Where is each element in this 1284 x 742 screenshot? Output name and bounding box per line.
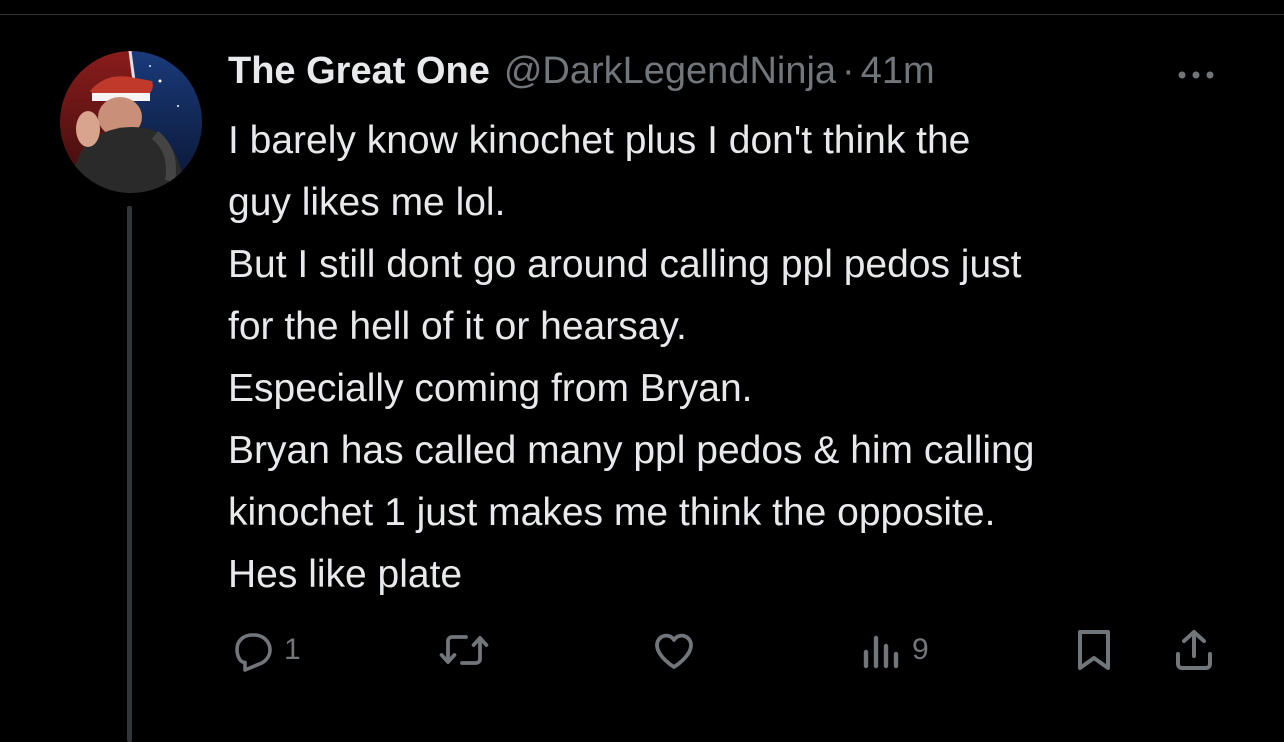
- share-icon: [1176, 630, 1212, 670]
- tweet-line: Hes like plate: [228, 553, 463, 596]
- views-icon: [863, 635, 899, 669]
- reply-count: 1: [284, 633, 301, 666]
- more-options-button[interactable]: [1172, 60, 1220, 90]
- retweet-button[interactable]: [438, 620, 490, 680]
- action-bar: 1 9: [0, 620, 1284, 680]
- tweet-line: Bryan has called many ppl pedos & him ca…: [228, 429, 1035, 472]
- author-handle[interactable]: @DarkLegendNinja: [504, 50, 836, 93]
- like-button[interactable]: [650, 620, 698, 680]
- reply-icon: [235, 633, 272, 672]
- timestamp[interactable]: 41m: [861, 50, 935, 93]
- bookmark-icon: [1078, 630, 1110, 670]
- bookmark-button[interactable]: [1072, 620, 1116, 680]
- share-button[interactable]: [1170, 620, 1218, 680]
- reply-button[interactable]: 1: [228, 620, 301, 680]
- more-icon: [1178, 71, 1214, 79]
- tweet-header: The Great One @DarkLegendNinja · 41m: [228, 50, 1228, 98]
- avatar[interactable]: [60, 51, 202, 193]
- tweet-text: I barely know kinochet plus I don't thin…: [228, 110, 1238, 606]
- tweet-line: for the hell of it or hearsay.: [228, 305, 687, 348]
- views-button[interactable]: 9: [860, 620, 929, 680]
- author-name[interactable]: The Great One: [228, 50, 490, 93]
- tweet-screen: The Great One @DarkLegendNinja · 41m I b…: [0, 0, 1284, 742]
- tweet-line: Especially coming from Bryan.: [228, 367, 753, 410]
- avatar-image: [60, 51, 202, 193]
- views-count: 9: [912, 633, 929, 666]
- tweet-line: But I still dont go around calling ppl p…: [228, 243, 1022, 286]
- tweet-line: I barely know kinochet plus I don't thin…: [228, 119, 971, 162]
- top-divider: [0, 14, 1284, 15]
- tweet-line: guy likes me lol.: [228, 181, 506, 224]
- like-icon: [655, 633, 693, 669]
- retweet-icon: [439, 635, 489, 665]
- tweet-line: kinochet 1 just makes me think the oppos…: [228, 491, 996, 534]
- header-separator: ·: [842, 50, 855, 92]
